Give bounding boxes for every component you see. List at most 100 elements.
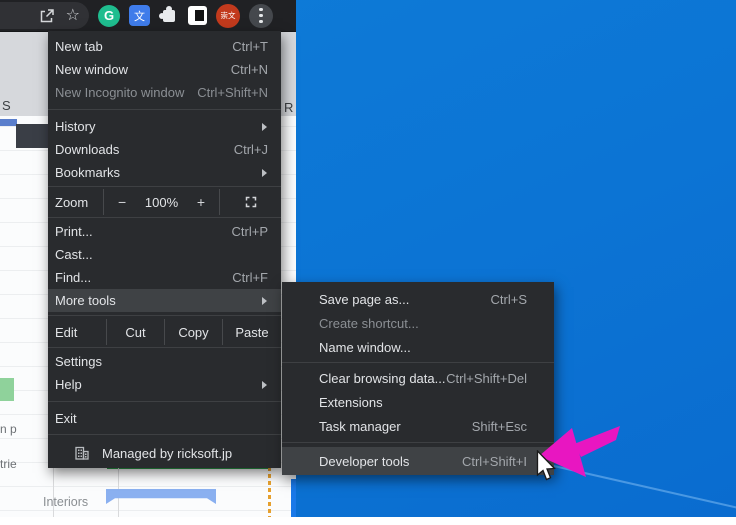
menu-item-label: Developer tools <box>319 454 462 469</box>
menu-item-shortcut: Ctrl+J <box>234 142 268 157</box>
chrome-main-menu: New tab Ctrl+T New window Ctrl+N New Inc… <box>48 31 281 468</box>
menu-item-label: Cast... <box>55 247 268 262</box>
submenu-item-name-window[interactable]: Name window... <box>282 335 554 359</box>
page-blue-accent <box>0 119 17 126</box>
menu-item-edit-row: Edit Cut Copy Paste <box>48 319 281 345</box>
zoom-value: 100% <box>145 195 178 210</box>
menu-item-shortcut: Ctrl+Shift+I <box>462 454 527 469</box>
menu-item-find[interactable]: Find... Ctrl+F <box>48 266 281 289</box>
menu-item-help[interactable]: Help <box>48 373 281 396</box>
submenu-item-extensions[interactable]: Extensions <box>282 390 554 414</box>
submenu-item-clear-browsing-data[interactable]: Clear browsing data... Ctrl+Shift+Del <box>282 366 554 390</box>
menu-item-exit[interactable]: Exit <box>48 407 281 430</box>
zoom-label: Zoom <box>48 195 103 210</box>
menu-item-label: Downloads <box>55 142 234 157</box>
edit-label: Edit <box>48 319 106 345</box>
menu-separator <box>48 434 281 435</box>
menu-item-shortcut: Ctrl+Shift+N <box>197 85 268 100</box>
menu-separator <box>282 362 554 363</box>
chevron-right-icon <box>262 297 271 305</box>
menu-separator <box>48 401 281 402</box>
menu-item-label: Save page as... <box>319 292 491 307</box>
submenu-item-task-manager[interactable]: Task manager Shift+Esc <box>282 414 554 438</box>
menu-dots-icon[interactable] <box>249 4 273 28</box>
zoom-in-button[interactable]: + <box>197 194 205 210</box>
menu-separator <box>282 442 554 443</box>
menu-item-cast[interactable]: Cast... <box>48 243 281 266</box>
submenu-item-save-page-as[interactable]: Save page as... Ctrl+S <box>282 287 554 311</box>
menu-item-label: Name window... <box>319 340 527 355</box>
menu-item-bookmarks[interactable]: Bookmarks <box>48 161 281 184</box>
cut-button[interactable]: Cut <box>106 319 164 345</box>
menu-item-shortcut: Ctrl+F <box>232 270 268 285</box>
submenu-item-create-shortcut: Create shortcut... <box>282 311 554 335</box>
zoom-out-button[interactable]: − <box>118 194 126 210</box>
menu-item-new-tab[interactable]: New tab Ctrl+T <box>48 35 281 58</box>
fullscreen-icon <box>245 196 257 208</box>
menu-item-shortcut: Ctrl+Shift+Del <box>446 371 527 386</box>
menu-item-label: Task manager <box>319 419 472 434</box>
menu-item-label: Help <box>55 377 262 392</box>
menu-item-shortcut: Ctrl+S <box>491 292 527 307</box>
managed-by-label: Managed by ricksoft.jp <box>102 446 232 461</box>
menu-item-new-incognito-window: New Incognito window Ctrl+Shift+N <box>48 81 281 104</box>
menu-item-history[interactable]: History <box>48 115 281 138</box>
gantt-blue-marker <box>291 479 296 517</box>
paste-button[interactable]: Paste <box>222 319 281 345</box>
menu-item-managed-by[interactable]: Managed by ricksoft.jp <box>48 440 281 466</box>
chevron-right-icon <box>262 169 271 177</box>
menu-separator <box>48 217 281 218</box>
menu-item-label: New tab <box>55 39 232 54</box>
menu-item-zoom: Zoom − 100% + <box>48 189 281 215</box>
organization-building-icon <box>74 445 90 461</box>
gantt-today-line <box>268 467 271 517</box>
fullscreen-button[interactable] <box>220 189 281 215</box>
menu-item-label: More tools <box>55 293 262 308</box>
menu-separator <box>48 186 281 187</box>
menu-item-shortcut: Shift+Esc <box>472 419 527 434</box>
gantt-green-bar-fragment <box>0 378 14 401</box>
menu-item-downloads[interactable]: Downloads Ctrl+J <box>48 138 281 161</box>
menu-item-shortcut: Ctrl+N <box>231 62 268 77</box>
menu-item-label: Print... <box>55 224 232 239</box>
page-dark-cell <box>16 124 48 148</box>
copy-button[interactable]: Copy <box>164 319 222 345</box>
address-bar-end[interactable]: ☆ <box>0 2 89 29</box>
menu-item-print[interactable]: Print... Ctrl+P <box>48 220 281 243</box>
chevron-right-icon <box>262 123 271 131</box>
chevron-right-icon <box>262 381 271 389</box>
menu-item-label: New Incognito window <box>55 85 197 100</box>
menu-item-label: New window <box>55 62 231 77</box>
menu-item-shortcut: Ctrl+P <box>232 224 268 239</box>
menu-item-label: Find... <box>55 270 232 285</box>
mouse-cursor <box>536 450 556 484</box>
grammarly-icon[interactable]: G <box>98 5 120 27</box>
share-icon[interactable] <box>38 7 56 25</box>
menu-separator <box>48 109 281 110</box>
menu-item-more-tools[interactable]: More tools <box>48 289 281 312</box>
menu-item-label: Bookmarks <box>55 165 262 180</box>
more-tools-submenu: Save page as... Ctrl+S Create shortcut..… <box>282 282 554 475</box>
page-text-fragment: trie <box>0 457 17 471</box>
theme-square-inner <box>195 10 204 21</box>
menu-separator <box>48 347 281 348</box>
theme-square-icon[interactable] <box>188 6 207 25</box>
menu-item-new-window[interactable]: New window Ctrl+N <box>48 58 281 81</box>
gantt-gridline <box>53 467 54 517</box>
page-text-fragment: R <box>284 100 293 115</box>
extensions-puzzle-icon[interactable] <box>163 10 175 22</box>
submenu-item-developer-tools[interactable]: Developer tools Ctrl+Shift+I <box>282 447 554 475</box>
menu-item-settings[interactable]: Settings <box>48 350 281 373</box>
page-text-fragment: S <box>2 98 11 113</box>
gantt-row-label: Interiors <box>43 495 88 509</box>
chinese-extension-icon[interactable]: 崇文 <box>216 4 240 28</box>
menu-item-label: Clear browsing data... <box>319 371 446 386</box>
menu-separator <box>48 315 281 316</box>
menu-item-shortcut: Ctrl+T <box>232 39 268 54</box>
translate-icon[interactable]: 文 <box>129 5 150 26</box>
menu-item-label: Create shortcut... <box>319 316 527 331</box>
browser-toolbar: ☆ G 文 崇文 <box>0 0 296 31</box>
bookmark-star-icon[interactable]: ☆ <box>66 8 80 24</box>
menu-item-label: Extensions <box>319 395 527 410</box>
menu-item-label: Exit <box>55 411 268 426</box>
